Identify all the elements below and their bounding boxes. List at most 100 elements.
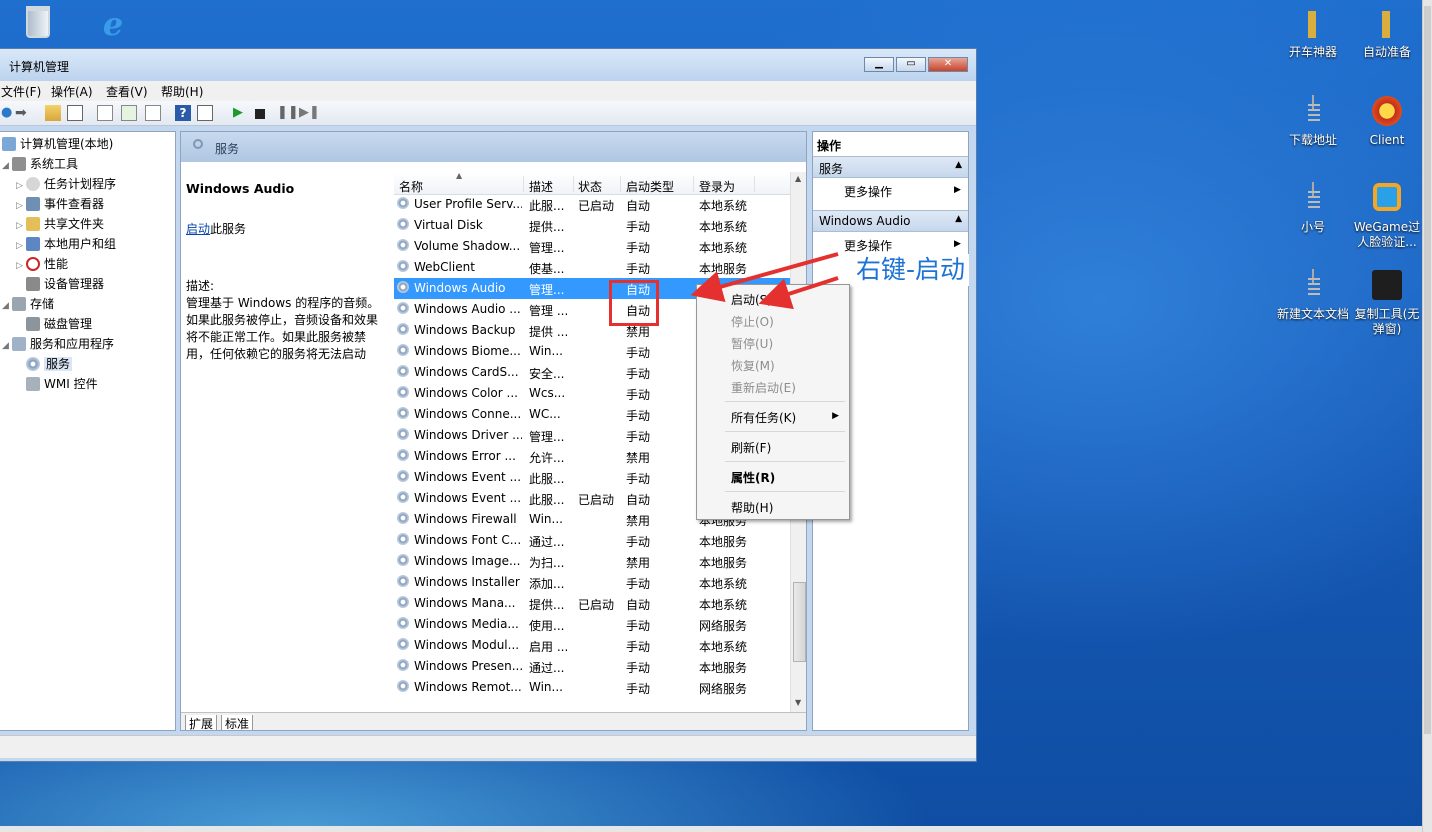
window-titlebar[interactable]: 计算机管理 ▁ ▭ ✕	[0, 49, 976, 81]
column-name[interactable]: 名称	[399, 178, 423, 195]
table-row[interactable]: WebClient 使基... 手动 本地服务	[394, 257, 791, 278]
gear-icon	[397, 281, 409, 293]
menu-item-resume[interactable]: 恢复(M)	[731, 357, 775, 374]
collapse-icon: ▲	[955, 214, 962, 224]
actions-section-services[interactable]: 服务 ▲	[813, 156, 968, 178]
tree-item-performance[interactable]: ▷ 性能	[16, 255, 68, 272]
tab-extended[interactable]: 扩展	[185, 715, 218, 730]
table-cell: 手动	[626, 409, 651, 423]
menu-item-all-tasks[interactable]: 所有任务(K)	[731, 409, 796, 426]
table-row[interactable]: Windows Mana... 提供... 已启动 自动 本地系统	[394, 593, 791, 614]
table-row[interactable]: Windows Modul... 启用 ... 手动 本地系统	[394, 635, 791, 656]
table-row[interactable]: Windows Installer 添加... 手动 本地系统	[394, 572, 791, 593]
gear-icon	[397, 407, 409, 419]
table-row[interactable]: Windows Remot... Win... 手动 网络服务	[394, 677, 791, 698]
selected-service-name: Windows Audio	[186, 181, 295, 196]
table-cell: 已启动	[578, 199, 615, 213]
desktop-horizontal-scrollbar[interactable]	[0, 826, 1422, 832]
desktop-icon-newtext[interactable]: 新建文本文档	[1276, 269, 1350, 322]
menu-item-restart[interactable]: 重新启动(E)	[731, 379, 796, 396]
menu-item-start[interactable]: 启动(S)	[731, 291, 772, 308]
more-actions-windows-audio[interactable]: 更多操作 ▶	[844, 237, 961, 254]
table-row[interactable]: Windows Font C... 通过... 手动 本地服务	[394, 530, 791, 551]
menu-view[interactable]: 查看(V)	[106, 83, 148, 100]
restart-service-icon[interactable]: ▶❚	[299, 105, 320, 121]
table-cell: 管理 ...	[529, 304, 569, 318]
menu-item-properties[interactable]: 属性(R)	[731, 469, 775, 486]
column-status[interactable]: 状态	[578, 178, 602, 195]
table-row[interactable]: Windows Media... 使用... 手动 网络服务	[394, 614, 791, 635]
menu-item-refresh[interactable]: 刷新(F)	[731, 439, 771, 456]
menu-file[interactable]: 文件(F)	[1, 83, 41, 100]
refresh-icon[interactable]	[121, 105, 137, 121]
tree-item-event-viewer[interactable]: ▷ 事件查看器	[16, 195, 104, 212]
show-tree-icon[interactable]	[67, 105, 83, 121]
table-row[interactable]: Windows Image... 为扫... 禁用 本地服务	[394, 551, 791, 572]
internet-explorer-icon[interactable]: e	[96, 8, 130, 40]
tree-item-task-scheduler[interactable]: ▷ 任务计划程序	[16, 175, 116, 192]
menu-item-help[interactable]: 帮助(H)	[731, 499, 773, 516]
menu-item-pause[interactable]: 暂停(U)	[731, 335, 773, 352]
maximize-button[interactable]: ▭	[896, 57, 926, 72]
gear-icon	[397, 470, 409, 482]
tree-item-root[interactable]: 计算机管理(本地)	[2, 135, 113, 152]
table-row[interactable]: Virtual Disk 提供... 手动 本地系统	[394, 215, 791, 236]
start-service-icon[interactable]: ▶	[233, 105, 249, 121]
menu-help[interactable]: 帮助(H)	[161, 83, 203, 100]
table-row[interactable]: Volume Shadow... 管理... 手动 本地系统	[394, 236, 791, 257]
help-icon[interactable]: ?	[175, 105, 191, 121]
status-bar	[0, 735, 976, 758]
minimize-button[interactable]: ▁	[864, 57, 894, 72]
properties-icon[interactable]	[97, 105, 113, 121]
forward-icon[interactable]: ➡	[15, 105, 31, 121]
desktop-icon-kaiche[interactable]: 开车神器	[1276, 8, 1350, 60]
column-log-on-as[interactable]: 登录为	[699, 178, 735, 195]
desktop-icon-download[interactable]: 下载地址	[1276, 95, 1350, 148]
desktop-icon-client[interactable]: Client	[1350, 96, 1424, 148]
tree-item-services-apps[interactable]: ◢ 服务和应用程序	[2, 335, 114, 352]
scrollbar-thumb[interactable]	[793, 582, 806, 662]
column-startup-type[interactable]: 启动类型	[626, 178, 674, 195]
table-row[interactable]: Windows Presen... 通过... 手动 本地服务	[394, 656, 791, 677]
tree-item-disk-management[interactable]: 磁盘管理	[16, 315, 92, 332]
column-description[interactable]: 描述	[529, 178, 553, 195]
folder-icon	[1296, 8, 1330, 42]
recycle-bin-icon[interactable]	[26, 6, 50, 38]
export-icon[interactable]	[145, 105, 161, 121]
close-button[interactable]: ✕	[928, 57, 968, 72]
gear-icon	[26, 357, 40, 371]
gear-icon	[397, 659, 409, 671]
desktop-icon-tools[interactable]: 复制工具(无弹窗)	[1350, 270, 1424, 337]
more-actions-services[interactable]: 更多操作 ▶	[844, 183, 961, 200]
tree-item-shared-folders[interactable]: ▷ 共享文件夹	[16, 215, 104, 232]
table-cell: Windows Modul...	[414, 638, 520, 652]
desktop-icon-zidong[interactable]: 自动准备	[1350, 8, 1424, 60]
gear-icon	[397, 617, 409, 629]
tree-item-local-users[interactable]: ▷ 本地用户和组	[16, 235, 116, 252]
menu-item-stop[interactable]: 停止(O)	[731, 313, 774, 330]
desktop-vertical-scrollbar[interactable]	[1422, 0, 1432, 832]
up-folder-icon[interactable]	[45, 105, 61, 121]
tree-item-services[interactable]: 服务	[16, 355, 73, 372]
desktop-icon-xiaohao[interactable]: 小号	[1276, 182, 1350, 235]
start-service-link[interactable]: 启动	[186, 222, 210, 236]
tree-item-storage[interactable]: ◢ 存储	[2, 295, 54, 312]
table-row[interactable]: User Profile Serv... 此服... 已启动 自动 本地系统	[394, 194, 791, 215]
table-cell: Windows Presen...	[414, 659, 522, 673]
tree-item-wmi[interactable]: WMI 控件	[16, 375, 98, 392]
table-cell: 手动	[626, 367, 651, 381]
tab-standard[interactable]: 标准	[221, 715, 254, 730]
stop-service-icon[interactable]	[255, 109, 265, 119]
tree-item-system-tools[interactable]: ◢ 系统工具	[2, 155, 78, 172]
table-cell: 本地服务	[699, 535, 748, 549]
menu-action[interactable]: 操作(A)	[51, 83, 93, 100]
table-cell: Windows Event ...	[414, 470, 522, 484]
users-icon	[26, 237, 40, 251]
tree-item-device-manager[interactable]: 设备管理器	[16, 275, 104, 292]
pause-service-icon[interactable]: ❚❚	[277, 105, 299, 121]
actions-section-windows-audio[interactable]: Windows Audio ▲	[813, 210, 968, 232]
action-pane-icon[interactable]	[197, 105, 213, 121]
submenu-arrow-icon: ▶	[832, 411, 839, 421]
table-cell: 网络服务	[699, 619, 748, 633]
desktop-icon-wegame[interactable]: WeGame过人脸验证...	[1350, 183, 1424, 250]
